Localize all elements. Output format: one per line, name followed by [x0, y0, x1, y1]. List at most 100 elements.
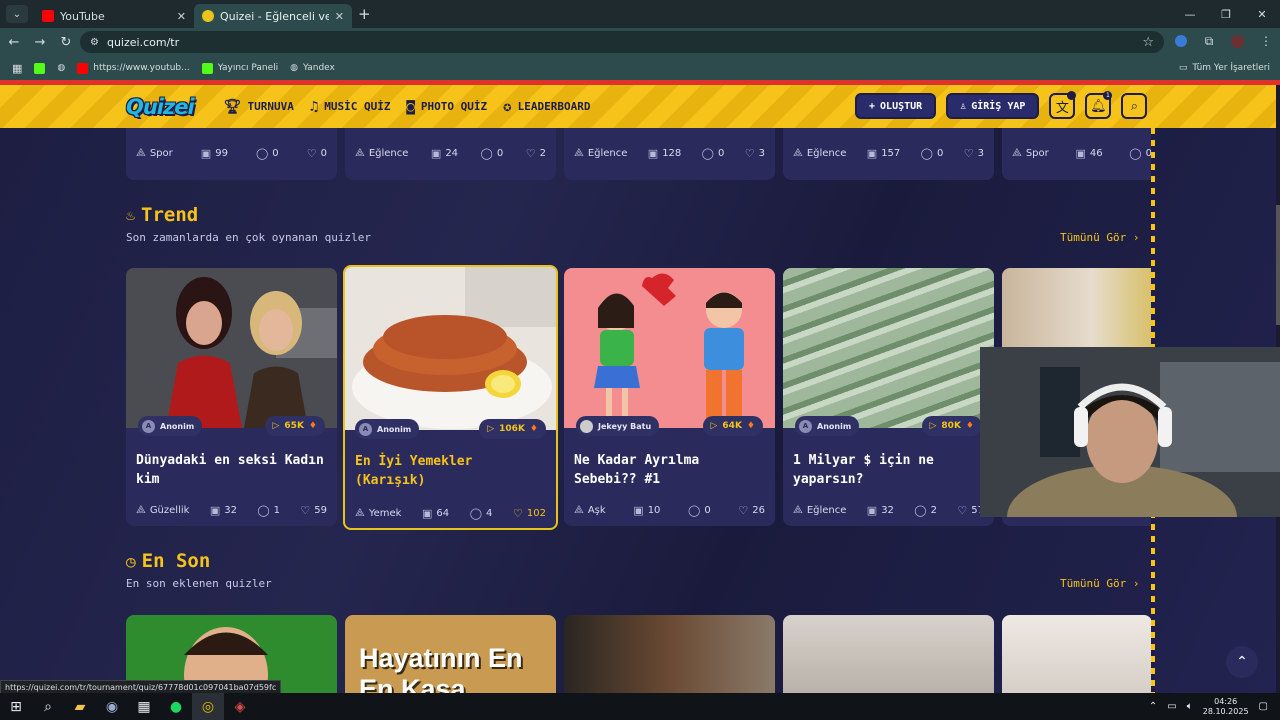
tab-youtube[interactable]: YouTube ✕ [34, 4, 194, 28]
quiz-title: Dünyadaki en seksi Kadın kim [136, 453, 324, 487]
login-button[interactable]: ♙ GİRİŞ YAP [946, 93, 1040, 119]
steam-icon[interactable]: ◉ [96, 693, 128, 720]
all-bookmarks[interactable]: ▭ Tüm Yer İşaretleri [1179, 63, 1270, 73]
bookmark-yandex[interactable]: ◍ Yandex [290, 63, 335, 73]
volume-icon[interactable]: 🔈︎ [1187, 701, 1193, 712]
nav-turnuva[interactable]: 🏆︎ TURNUVA [224, 99, 294, 115]
globe-bookmark-icon[interactable]: ◍ [57, 63, 65, 73]
flame-icon: ♨ [126, 206, 136, 224]
tab-search-button[interactable]: ⌄ [6, 5, 28, 23]
card-stats: ⟁ Güzellik ▣ 32 ◯ 1 ♡ 59 [136, 503, 327, 517]
reload-icon[interactable]: ↻ [54, 35, 78, 50]
minimize-icon[interactable]: — [1172, 0, 1208, 28]
url-field[interactable]: ⚙ quizei.com/tr ☆ [80, 31, 1164, 53]
bookmark-yayinci-paneli[interactable]: Yayıncı Paneli [201, 62, 278, 74]
search-button[interactable]: ⌕ [1121, 93, 1148, 119]
chevron-right-icon: › [1132, 577, 1140, 590]
trend-quiz-card[interactable]: A Anonim ▷ 106K ♦ En İyi Yemekler (Karışık)… [343, 265, 558, 530]
youtube-icon [42, 10, 54, 22]
system-tray: ⌃ ▭ 🔈︎ 04:26 28.10.2025 ▢ [1149, 693, 1280, 720]
trend-section-subtitle: Son zamanlarda en çok oynanan quizler [126, 231, 372, 244]
quiz-card[interactable]: ⟁ Spor ▣ 99 ◯ 0 ♡ 0 [126, 128, 337, 180]
author-pill[interactable]: A Anonim [795, 416, 860, 436]
webcam-feed [980, 347, 1280, 517]
close-window-icon[interactable]: ✕ [1244, 0, 1280, 28]
tab-quizei[interactable]: Quizei - Eğlenceli ve etkileşimli ✕ [194, 4, 352, 28]
close-tab-icon[interactable]: ✕ [335, 10, 344, 23]
author-pill[interactable]: A Anonim [138, 416, 203, 436]
notification-center-icon[interactable]: ▢ [1259, 701, 1268, 712]
bookmark-youtube[interactable]: https://www.youtub... [77, 62, 190, 74]
spotify-icon[interactable]: ● [160, 693, 192, 720]
forward-icon[interactable]: → [28, 35, 52, 50]
chrome-icon[interactable]: ◎ [192, 693, 224, 720]
trend-quiz-card[interactable]: Jekeyy Batu ▷ 64K ♦ Ne Kadar Ayrılma Sebeb… [564, 268, 775, 526]
category-icon: ⟁ [136, 503, 146, 516]
search-icon[interactable]: ⌕ [32, 693, 64, 720]
close-tab-icon[interactable]: ✕ [177, 10, 186, 23]
quiz-card[interactable]: ⟁ Eğlence ▣ 24 ◯ 0 ♡ 2 [345, 128, 556, 180]
questions-icon: ▣ [430, 146, 442, 160]
profile-avatar-icon[interactable] [1231, 34, 1244, 48]
trend-quiz-card[interactable]: A Anonim ▷ 80K ♦ 1 Milyar $ için ne yaparsı… [783, 268, 994, 526]
create-button[interactable]: + OLUŞTUR [855, 93, 937, 119]
site-info-icon[interactable]: ⚙ [90, 37, 99, 48]
clock-icon: ◷ [126, 551, 136, 571]
tray-expand-icon[interactable]: ⌃ [1149, 701, 1157, 712]
trend-see-all-link[interactable]: Tümünü Gör › [1060, 231, 1139, 244]
new-tab-button[interactable]: + [358, 5, 371, 23]
translate-button[interactable]: 文 [1049, 91, 1077, 119]
menu-kebab-icon[interactable]: ⋮ [1258, 33, 1274, 49]
card-stats: ⟁ Eğlence ▣ 157 ◯ 0 ♡ 3 [793, 146, 984, 160]
quiz-card[interactable]: ⟁ Eğlence ▣ 128 ◯ 0 ♡ 3 [564, 128, 775, 180]
windows-start-icon[interactable]: ⊞ [0, 693, 32, 720]
kick-bookmark-icon[interactable] [34, 62, 46, 74]
latest-section-subtitle: En son eklenen quizler [126, 577, 272, 590]
camera-icon: ◙ [406, 98, 415, 115]
notifications-button[interactable]: 🔔︎ 1 [1085, 91, 1113, 119]
music-note-icon: ♫ [309, 98, 319, 115]
questions-icon: ▣ [209, 503, 221, 517]
latest-quiz-thumbnail[interactable] [783, 615, 994, 693]
latest-see-all-link[interactable]: Tümünü Gör › [1060, 577, 1139, 590]
heart-icon: ♡ [738, 503, 749, 517]
clock[interactable]: 04:26 28.10.2025 [1203, 697, 1249, 717]
category-icon: ⟁ [136, 146, 146, 159]
nav-photo-quiz[interactable]: ◙ PHOTO QUİZ [406, 99, 487, 115]
chevron-up-icon: ⌃ [1236, 654, 1248, 670]
author-pill[interactable]: Jekeyy Batu [576, 416, 660, 436]
store-icon[interactable]: ▦ [128, 693, 160, 720]
questions-icon: ▣ [200, 146, 212, 160]
bookmarks-bar: ▦ ◍ https://www.youtub... Yayıncı Paneli… [0, 56, 1280, 80]
bookmark-star-icon[interactable]: ☆ [1142, 35, 1154, 50]
latest-quiz-thumbnail[interactable] [564, 615, 775, 693]
author-pill[interactable]: A Anonim [355, 419, 420, 439]
quiz-card[interactable]: ⟁ Spor ▣ 46 ◯ 0 [1002, 128, 1152, 180]
extensions-puzzle-icon[interactable]: ⧉ [1201, 33, 1217, 49]
scroll-to-top-button[interactable]: ⌃ [1226, 646, 1258, 678]
site-logo[interactable]: Quizei [126, 95, 195, 119]
extension-icon[interactable] [1175, 35, 1187, 47]
scrollbar-thumb[interactable] [1276, 205, 1280, 325]
network-icon[interactable]: ▭ [1167, 701, 1176, 712]
trend-quiz-card[interactable]: A Anonim ▷ 65K ♦ Dünyadaki en seksi Kadın k… [126, 268, 337, 526]
nav-music-quiz[interactable]: ♫ MUSİC QUİZ [310, 99, 391, 115]
file-explorer-icon[interactable]: ▰ [64, 693, 96, 720]
notification-badge: 1 [1103, 91, 1113, 100]
quiz-title: En İyi Yemekler (Karışık) [355, 454, 473, 488]
restore-icon[interactable]: ❐ [1208, 0, 1244, 28]
quiz-card[interactable]: ⟁ Eğlence ▣ 157 ◯ 0 ♡ 3 [783, 128, 994, 180]
category-icon: ⟁ [1012, 146, 1022, 159]
back-icon[interactable]: ← [2, 35, 26, 50]
play-icon: ▷ [272, 421, 280, 431]
latest-quiz-thumbnail[interactable] [1002, 615, 1152, 693]
fire-icon: ♦ [308, 421, 317, 431]
recording-app-icon[interactable]: ◈ [224, 693, 256, 720]
nav-leaderboard[interactable]: ✪ LEADERBOARD [503, 99, 590, 115]
latest-quiz-thumbnail[interactable]: Hayatının En En Kasa [345, 615, 556, 693]
webcam-overlay [980, 347, 1280, 517]
apps-grid-icon[interactable]: ▦ [12, 62, 22, 75]
comment-icon: ◯ [257, 503, 270, 517]
heart-icon: ♡ [957, 503, 968, 517]
address-bar-row: ← → ↻ ⚙ quizei.com/tr ☆ ⧉ ⋮ [0, 28, 1280, 56]
